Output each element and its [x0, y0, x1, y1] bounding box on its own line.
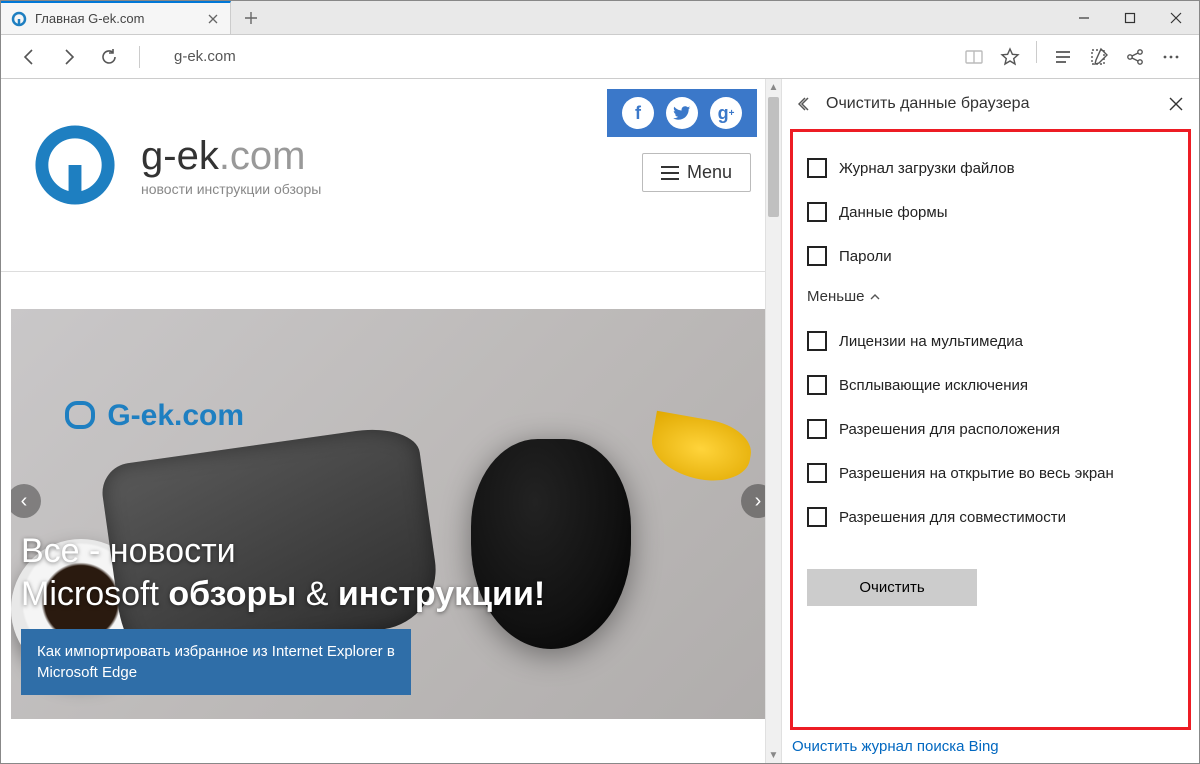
- site-title-main: g-ek: [141, 134, 219, 178]
- close-window-button[interactable]: [1153, 1, 1199, 34]
- header-divider: [1, 271, 781, 272]
- separator: [139, 46, 140, 68]
- checkbox-location-permissions[interactable]: Разрешения для расположения: [807, 407, 1174, 451]
- checkbox-label: Лицензии на мультимедиа: [839, 333, 1023, 350]
- window-titlebar: Главная G-ek.com: [1, 1, 1199, 35]
- checkbox-icon: [807, 507, 827, 527]
- clear-data-panel: Очистить данные браузера Журнал загрузки…: [781, 79, 1199, 763]
- web-note-icon[interactable]: [1083, 41, 1115, 73]
- checkbox-label: Разрешения для совместимости: [839, 509, 1066, 526]
- site-title: g-ek.com: [141, 134, 321, 179]
- minimize-button[interactable]: [1061, 1, 1107, 34]
- hero-brand-text: G-ek.com: [107, 399, 244, 432]
- social-bar: f g+: [607, 89, 757, 137]
- address-bar[interactable]: g-ek.com: [164, 43, 940, 71]
- show-less-toggle[interactable]: Меньше: [807, 278, 1174, 319]
- show-less-label: Меньше: [807, 288, 864, 305]
- tab-close-icon[interactable]: [206, 12, 220, 26]
- maximize-button[interactable]: [1107, 1, 1153, 34]
- hub-icon[interactable]: [1047, 41, 1079, 73]
- browser-tab[interactable]: Главная G-ek.com: [1, 1, 231, 34]
- hero-line1: Все - новости: [21, 530, 545, 573]
- checkbox-label: Всплывающие исключения: [839, 377, 1028, 394]
- facebook-icon[interactable]: f: [622, 97, 654, 129]
- reading-view-icon[interactable]: [958, 41, 990, 73]
- checkbox-icon: [807, 375, 827, 395]
- panel-header: Очистить данные браузера: [782, 79, 1199, 129]
- site-header: g-ek.com новости инструкции обзоры: [29, 119, 321, 211]
- back-button[interactable]: [13, 41, 45, 73]
- panel-body: Журнал загрузки файлов Данные формы Паро…: [790, 129, 1191, 730]
- checkbox-icon: [807, 158, 827, 178]
- site-title-domain: .com: [219, 134, 306, 178]
- checkbox-download-history[interactable]: Журнал загрузки файлов: [807, 146, 1174, 190]
- checkbox-fullscreen-permissions[interactable]: Разрешения на открытие во весь экран: [807, 451, 1174, 495]
- clear-button[interactable]: Очистить: [807, 569, 977, 606]
- share-icon[interactable]: [1119, 41, 1151, 73]
- forward-button[interactable]: [53, 41, 85, 73]
- hero-line2: Microsoft обзоры & инструкции!: [21, 573, 545, 616]
- checkbox-icon: [807, 419, 827, 439]
- tab-favicon: [11, 11, 27, 27]
- checkbox-form-data[interactable]: Данные формы: [807, 190, 1174, 234]
- checkbox-icon: [807, 331, 827, 351]
- panel-title: Очистить данные браузера: [826, 95, 1157, 113]
- googleplus-icon[interactable]: g+: [710, 97, 742, 129]
- menu-label: Menu: [687, 162, 732, 183]
- browser-toolbar: g-ek.com: [1, 35, 1199, 79]
- site-logo[interactable]: [29, 119, 121, 211]
- checkbox-label: Пароли: [839, 248, 892, 265]
- scroll-up-icon[interactable]: ▲: [766, 79, 781, 95]
- checkbox-icon: [807, 246, 827, 266]
- checkbox-label: Журнал загрузки файлов: [839, 160, 1015, 177]
- menu-button[interactable]: Menu: [642, 153, 751, 192]
- checkbox-compat-permissions[interactable]: Разрешения для совместимости: [807, 495, 1174, 539]
- site-tagline: новости инструкции обзоры: [141, 181, 321, 197]
- hero-sub-line1: Как импортировать избранное из Internet …: [37, 641, 395, 662]
- hero-carousel: G-ek.com ‹ › Все - новости Microsoft обз…: [11, 309, 771, 719]
- checkbox-label: Разрешения на открытие во весь экран: [839, 465, 1114, 482]
- checkbox-label: Разрешения для расположения: [839, 421, 1060, 438]
- checkbox-popup-exceptions[interactable]: Всплывающие исключения: [807, 363, 1174, 407]
- window-controls: [1061, 1, 1199, 34]
- carousel-prev-button[interactable]: ‹: [11, 484, 41, 518]
- new-tab-button[interactable]: [231, 1, 271, 34]
- url-text: g-ek.com: [174, 48, 236, 65]
- favorite-icon[interactable]: [994, 41, 1026, 73]
- checkbox-media-licenses[interactable]: Лицензии на мультимедиа: [807, 319, 1174, 363]
- clear-bing-history-link[interactable]: Очистить журнал поиска Bing: [782, 730, 1199, 763]
- twitter-icon[interactable]: [666, 97, 698, 129]
- hamburger-icon: [661, 166, 679, 180]
- more-icon[interactable]: [1155, 41, 1187, 73]
- checkbox-label: Данные формы: [839, 204, 947, 221]
- panel-close-icon[interactable]: [1169, 97, 1183, 111]
- panel-back-icon[interactable]: [798, 96, 814, 112]
- content-area: f g+ g-ek.com новости инструкции обзоры …: [1, 79, 1199, 763]
- hero-decor-banana: [647, 411, 756, 487]
- checkbox-icon: [807, 202, 827, 222]
- hero-headline: Все - новости Microsoft обзоры & инструк…: [21, 530, 545, 615]
- checkbox-icon: [807, 463, 827, 483]
- refresh-button[interactable]: [93, 41, 125, 73]
- page-viewport: f g+ g-ek.com новости инструкции обзоры …: [1, 79, 781, 763]
- page-scrollbar[interactable]: ▲ ▼: [765, 79, 781, 763]
- scroll-down-icon[interactable]: ▼: [766, 747, 781, 763]
- hero-brand: G-ek.com: [65, 399, 244, 433]
- tab-title: Главная G-ek.com: [35, 11, 198, 26]
- hero-sub-line2: Microsoft Edge: [37, 662, 395, 683]
- hero-subbox[interactable]: Как импортировать избранное из Internet …: [21, 629, 411, 695]
- chevron-up-icon: [870, 292, 880, 302]
- separator: [1036, 41, 1037, 63]
- scroll-thumb[interactable]: [768, 97, 779, 217]
- checkbox-passwords[interactable]: Пароли: [807, 234, 1174, 278]
